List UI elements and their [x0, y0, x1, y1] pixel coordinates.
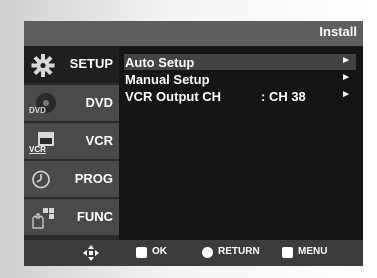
sidebar-item-setup[interactable]: SETUP — [24, 47, 119, 84]
menu-item-manual-setup[interactable]: Manual Setup ► — [124, 71, 356, 87]
sidebar: SETUP DVD DVD VCR VCR PROG FUNC — [24, 47, 119, 240]
osd-screen: Install SETUP DVD DVD VCR VCR PROG FUNC … — [24, 21, 363, 266]
menu-item-value: : CH 38 — [261, 89, 306, 104]
function-hand-icon — [32, 208, 54, 229]
sidebar-item-func[interactable]: FUNC — [24, 199, 119, 236]
sidebar-item-dvd[interactable]: DVD DVD — [24, 85, 119, 122]
menu-button-icon — [282, 247, 293, 258]
sidebar-item-label: VCR — [85, 133, 113, 148]
return-button-icon — [202, 247, 213, 258]
sidebar-item-label: PROG — [74, 171, 113, 186]
page-title: Install — [319, 24, 357, 39]
clock-icon — [32, 170, 50, 189]
menu-item-vcr-output-ch[interactable]: VCR Output CH : CH 38 ► — [124, 88, 356, 104]
menu-button[interactable]: MENU — [282, 246, 342, 260]
menu-item-label: Manual Setup — [125, 72, 210, 87]
header-bar: Install — [24, 21, 363, 46]
dvd-disc-icon: DVD — [29, 93, 56, 115]
return-button[interactable]: RETURN — [202, 246, 274, 260]
sidebar-item-label: DVD — [85, 95, 113, 110]
sidebar-item-label: FUNC — [76, 209, 113, 224]
sidebar-item-label: SETUP — [69, 56, 113, 71]
ok-button-icon — [136, 247, 147, 258]
directional-pad-icon — [83, 245, 99, 261]
arrow-right-icon: ► — [341, 72, 351, 83]
footer-bar: OK RETURN MENU — [24, 240, 363, 266]
ok-label: OK — [152, 246, 167, 257]
return-label: RETURN — [218, 246, 260, 257]
dvd-icon-text: DVD — [29, 106, 46, 115]
menu-item-auto-setup[interactable]: Auto Setup ► — [124, 54, 356, 70]
arrow-right-icon: ► — [341, 55, 351, 66]
ok-button[interactable]: OK — [136, 246, 176, 260]
sidebar-item-prog[interactable]: PROG — [24, 161, 119, 198]
vcr-cassette-icon: VCR — [29, 132, 54, 154]
arrow-right-icon: ► — [341, 89, 351, 100]
setup-menu-panel: Auto Setup ► Manual Setup ► VCR Output C… — [119, 47, 363, 240]
sidebar-item-vcr[interactable]: VCR VCR — [24, 123, 119, 160]
menu-label: MENU — [298, 246, 328, 257]
menu-item-label: Auto Setup — [125, 55, 195, 70]
gear-icon — [31, 54, 55, 77]
vcr-icon-text: VCR — [29, 145, 46, 154]
menu-item-label: VCR Output CH — [125, 89, 222, 104]
